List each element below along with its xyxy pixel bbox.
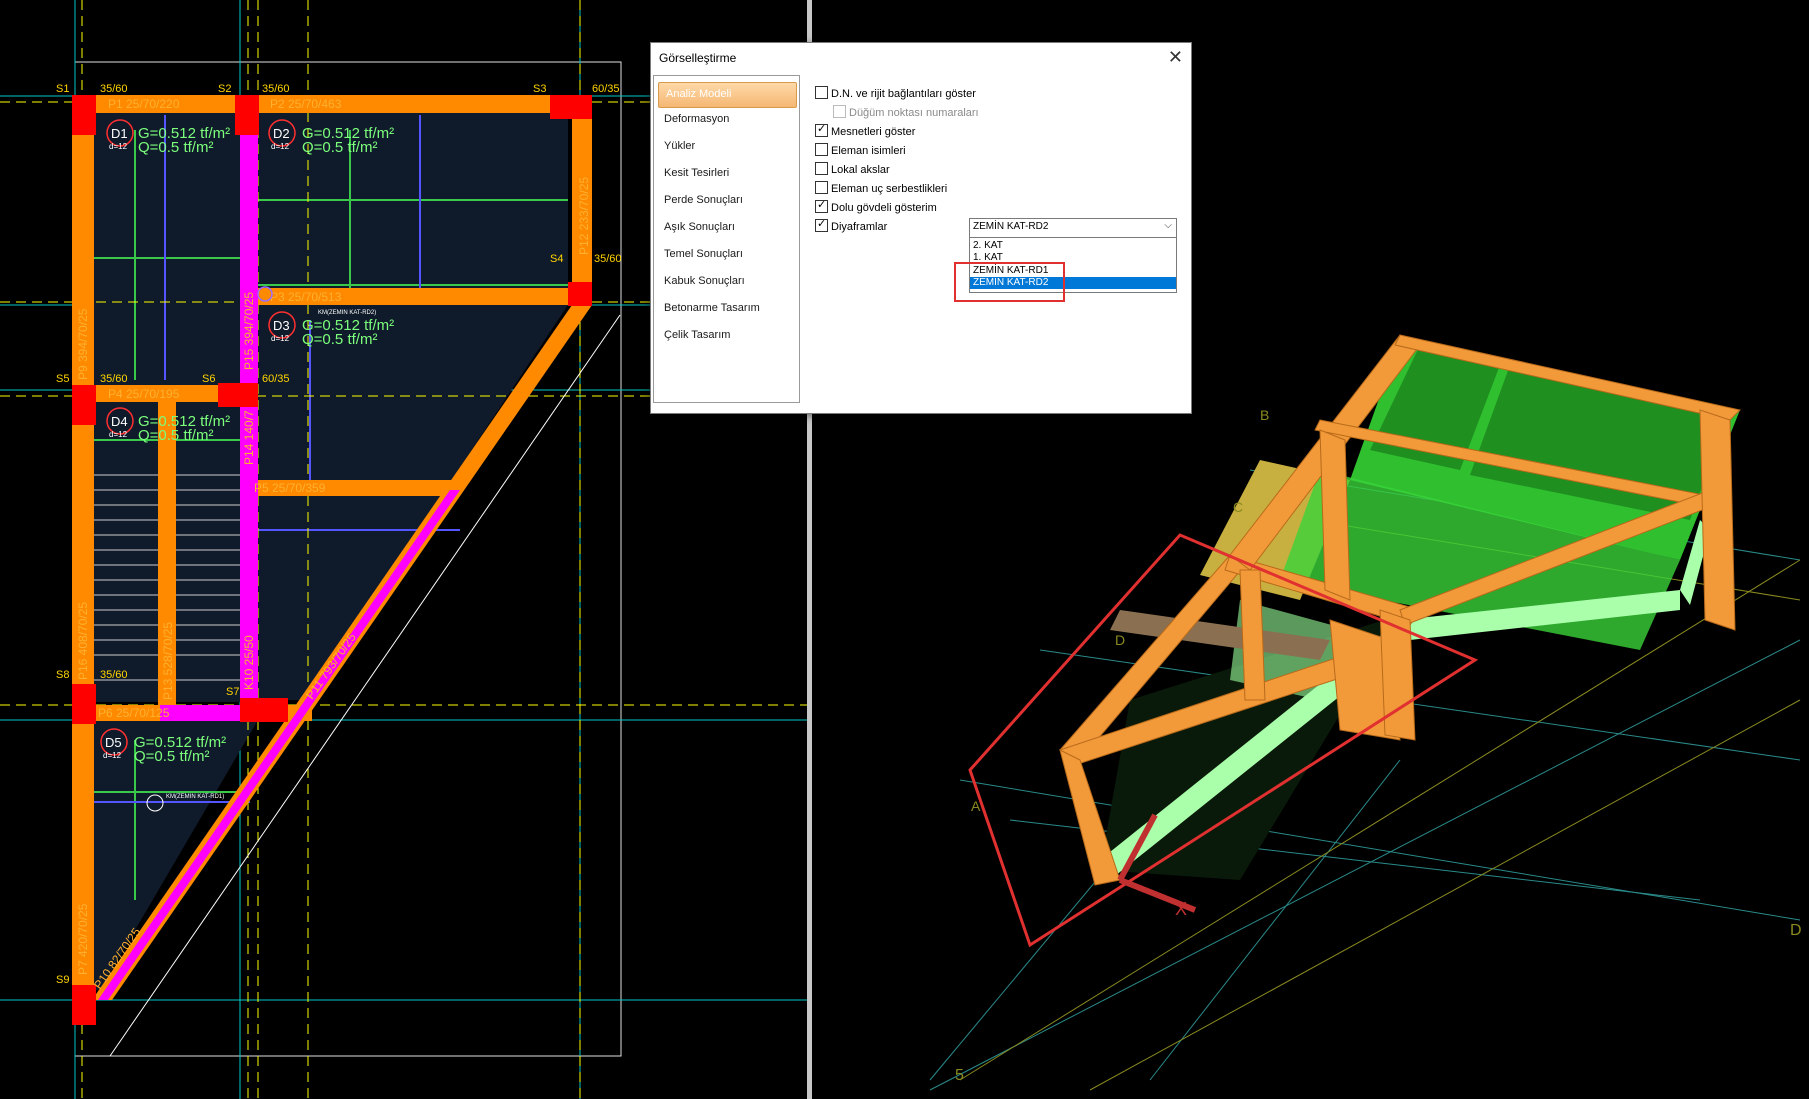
nav-item-asik-sonuclari[interactable]: Aşık Sonuçları bbox=[664, 221, 735, 233]
svg-text:X: X bbox=[1175, 899, 1187, 919]
checkbox bbox=[833, 105, 846, 118]
axis-label: D bbox=[1115, 632, 1125, 648]
diaphragm-marker-label: KM(ZEMIN KAT-RD1) bbox=[166, 794, 224, 800]
beam-label: P9 394/70/25 bbox=[76, 308, 90, 380]
column-size-label: 35/60 bbox=[262, 83, 290, 95]
checkbox[interactable] bbox=[815, 198, 828, 213]
axis-label: B bbox=[1260, 407, 1269, 423]
beam-label: P14 140/7 bbox=[242, 410, 256, 465]
svg-text:Q=0.5 tf/m²: Q=0.5 tf/m² bbox=[138, 139, 213, 156]
diaphragm-select[interactable]: ZEMİN KAT-RD2 ⌵ bbox=[969, 218, 1177, 238]
beam-label: P3 25/70/513 bbox=[270, 290, 342, 304]
beam-label: P6 25/70/125 bbox=[98, 706, 170, 720]
option-show-supports[interactable]: Mesnetleri göster bbox=[815, 122, 915, 138]
checkbox[interactable] bbox=[815, 143, 828, 156]
svg-text:D5: D5 bbox=[105, 735, 122, 750]
axis-label: D bbox=[1790, 922, 1802, 939]
annotation-highlight-box bbox=[954, 262, 1065, 302]
column-size-label: 35/60 bbox=[594, 253, 622, 265]
column-label: S3 bbox=[533, 83, 546, 95]
column-size-label: 60/35 bbox=[592, 83, 620, 95]
nav-item-analiz-modeli[interactable]: Analiz Modeli bbox=[658, 82, 797, 108]
nav-item-betonarme-tasarim[interactable]: Betonarme Tasarım bbox=[664, 302, 760, 314]
option-element-names[interactable]: Eleman isimleri bbox=[815, 143, 906, 157]
axis-label: C bbox=[1233, 499, 1243, 515]
beam-label: P16 408/70/25 bbox=[76, 602, 90, 680]
nav-item-temel-sonuclari[interactable]: Temel Sonuçları bbox=[664, 248, 743, 260]
option-diaphragms[interactable]: Diyaframlar bbox=[815, 217, 887, 233]
nav-item-celik-tasarim[interactable]: Çelik Tasarım bbox=[664, 329, 730, 341]
beam-label: K10 25/50 bbox=[242, 635, 256, 690]
option-local-axes[interactable]: Lokal akslar bbox=[815, 162, 890, 176]
svg-text:Q=0.5 tf/m²: Q=0.5 tf/m² bbox=[134, 748, 209, 765]
option-node-numbers: Düğüm noktası numaraları bbox=[833, 105, 979, 119]
slab-D1: D1 d=12 G=0.512 tf/m² Q=0.5 tf/m² bbox=[106, 119, 230, 156]
svg-text:d=12: d=12 bbox=[271, 334, 290, 343]
slab-D5: D5 d=12 G=0.512 tf/m² Q=0.5 tf/m² bbox=[100, 728, 226, 765]
option-end-releases[interactable]: Eleman uç serbestlikleri bbox=[815, 181, 947, 195]
dropdown-option[interactable]: 2. KAT bbox=[970, 240, 1176, 252]
column-label: S5 bbox=[56, 373, 69, 385]
svg-text:Q=0.5 tf/m²: Q=0.5 tf/m² bbox=[302, 139, 377, 156]
slab-D2: D2 d=12 G=0.512 tf/m² Q=0.5 tf/m² bbox=[268, 119, 394, 156]
nav-item-yukler[interactable]: Yükler bbox=[664, 140, 695, 152]
svg-text:d=12: d=12 bbox=[109, 142, 128, 151]
beam-label: P2 25/70/463 bbox=[270, 97, 342, 111]
visualization-dialog[interactable]: Görselleştirme ✕ Analiz Modeli Deformasy… bbox=[650, 42, 1192, 414]
column-size-label: 35/60 bbox=[100, 83, 128, 95]
diaphragm-marker-label: KM(ZEMIN KAT-RD2) bbox=[318, 310, 376, 316]
checkbox[interactable] bbox=[815, 181, 828, 194]
svg-text:Q=0.5 tf/m²: Q=0.5 tf/m² bbox=[138, 427, 213, 444]
option-solid-display[interactable]: Dolu gövdeli gösterim bbox=[815, 198, 937, 214]
svg-text:d=12: d=12 bbox=[271, 142, 290, 151]
checkbox[interactable] bbox=[815, 162, 828, 175]
nav-item-perde-sonuclari[interactable]: Perde Sonuçları bbox=[664, 194, 743, 206]
svg-text:D1: D1 bbox=[111, 126, 128, 141]
column-label: S6 bbox=[202, 373, 215, 385]
nav-item-kabuk-sonuclari[interactable]: Kabuk Sonuçları bbox=[664, 275, 745, 287]
beam-label: P13 528/70/25 bbox=[161, 622, 175, 700]
nav-panel: Analiz Modeli Deformasyon Yükler Kesit T… bbox=[653, 75, 800, 403]
column-label: S9 bbox=[56, 974, 69, 986]
slab-D3: D3 d=12 G=0.512 tf/m² Q=0.5 tf/m² bbox=[268, 311, 394, 348]
column-size-label: 60/35 bbox=[262, 373, 290, 385]
close-icon[interactable]: ✕ bbox=[1168, 47, 1183, 68]
checkbox[interactable] bbox=[815, 217, 828, 232]
svg-text:d=12: d=12 bbox=[103, 751, 122, 760]
nav-item-deformasyon[interactable]: Deformasyon bbox=[664, 113, 729, 125]
beam-label: P12 233/70/25 bbox=[577, 177, 591, 255]
dialog-titlebar[interactable]: Görselleştirme ✕ bbox=[651, 43, 1191, 73]
column-label: S4 bbox=[550, 253, 563, 265]
axis-label: 5 bbox=[955, 1067, 964, 1084]
column-label: S2 bbox=[218, 83, 231, 95]
option-dn-rigid[interactable]: D.N. ve rijit bağlantıları göster bbox=[815, 86, 976, 100]
beam-label: P15 394/70/25 bbox=[242, 292, 256, 370]
beam-label: P5 25/70/359 bbox=[254, 481, 326, 495]
slab-D4: D4 d=12 G=0.512 tf/m² Q=0.5 tf/m² bbox=[106, 407, 230, 444]
svg-text:Q=0.5 tf/m²: Q=0.5 tf/m² bbox=[302, 331, 377, 348]
beam-label: P4 25/70/195 bbox=[108, 387, 180, 401]
column-size-label: 35/60 bbox=[100, 373, 128, 385]
checkbox[interactable] bbox=[815, 86, 828, 99]
column-size-label: 35/60 bbox=[100, 669, 128, 681]
svg-text:D3: D3 bbox=[273, 318, 290, 333]
column-label: S1 bbox=[56, 83, 69, 95]
diaphragm-select-value: ZEMİN KAT-RD2 bbox=[973, 221, 1049, 232]
svg-text:D2: D2 bbox=[273, 126, 290, 141]
checkbox[interactable] bbox=[815, 122, 828, 137]
svg-text:d=12: d=12 bbox=[109, 430, 128, 439]
column-label: S8 bbox=[56, 669, 69, 681]
axis-label: A bbox=[971, 798, 981, 814]
dialog-title: Görselleştirme bbox=[659, 51, 737, 65]
beam-label: P7 420/70/25 bbox=[76, 903, 90, 975]
beam-label: P1 25/70/220 bbox=[108, 97, 180, 111]
svg-text:D4: D4 bbox=[111, 414, 128, 429]
chevron-down-icon[interactable]: ⌵ bbox=[1164, 220, 1172, 231]
column-label: S7 bbox=[226, 686, 239, 698]
nav-item-kesit-tesirleri[interactable]: Kesit Tesirleri bbox=[664, 167, 729, 179]
